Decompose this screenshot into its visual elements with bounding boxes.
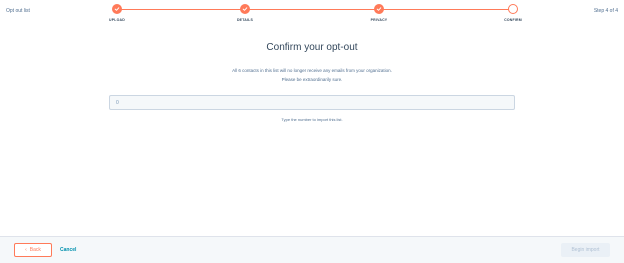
opt-out-import-page: Opt out list UPLOAD DETAILS PRIVACY CONF…: [0, 0, 624, 263]
step-privacy: PRIVACY: [339, 4, 419, 22]
begin-import-button[interactable]: Begin import: [561, 243, 610, 257]
input-help-text: Type the number to import this list.: [281, 117, 343, 122]
step-confirm-label: CONFIRM: [504, 18, 522, 22]
step-upload: UPLOAD: [77, 4, 157, 22]
step-privacy-check-icon: [374, 4, 384, 14]
step-upload-check-icon: [112, 4, 122, 14]
back-button-label: Back: [29, 247, 41, 253]
step-confirm: CONFIRM: [473, 4, 553, 22]
step-details-label: DETAILS: [236, 18, 254, 22]
confirm-number-input[interactable]: [109, 95, 515, 110]
main-title: Confirm your opt-out: [266, 42, 358, 53]
chevron-left-icon: ‹: [25, 247, 27, 253]
step-upload-label: UPLOAD: [109, 18, 125, 22]
page-title: Opt out list: [6, 8, 30, 14]
description-line-1: All 6 contacts in this list will no long…: [232, 68, 392, 73]
cancel-link[interactable]: Cancel: [60, 247, 76, 253]
step-confirm-circle-icon: [508, 4, 518, 14]
step-counter: Step 4 of 4: [593, 8, 618, 14]
footer: ‹ Back Cancel Begin import: [0, 236, 624, 263]
back-button[interactable]: ‹ Back: [14, 243, 52, 257]
step-privacy-label: PRIVACY: [370, 18, 388, 22]
stepper-progress-line: [117, 9, 510, 10]
step-details: DETAILS: [205, 4, 285, 22]
step-details-check-icon: [240, 4, 250, 14]
description-line-2: Please be extraordinarily sure.: [281, 77, 343, 82]
header: Opt out list UPLOAD DETAILS PRIVACY CONF…: [0, 0, 624, 26]
